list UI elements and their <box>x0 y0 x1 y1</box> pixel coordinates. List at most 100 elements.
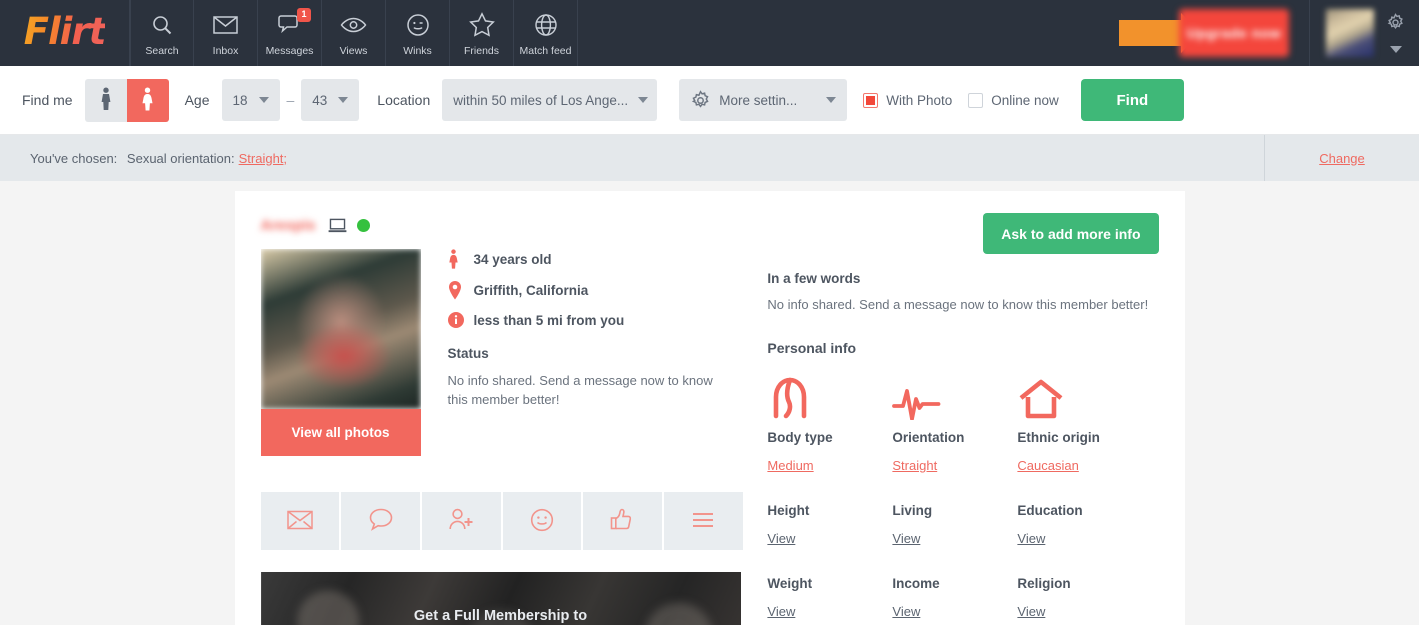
star-icon <box>468 10 495 40</box>
grid-value[interactable]: View <box>767 531 795 546</box>
online-now-label: Online now <box>991 92 1059 108</box>
gear-icon <box>690 89 711 111</box>
location-value: within 50 miles of Los Ange... <box>453 92 629 108</box>
membership-promo-banner[interactable]: Get a Full Membership to <box>260 572 741 625</box>
personal-info-heading: Personal info <box>767 340 857 356</box>
nav-label: Views <box>339 44 368 57</box>
online-now-checkbox[interactable]: Online now <box>968 92 1059 108</box>
status-text: No info shared. Send a message now to kn… <box>447 373 713 407</box>
online-dot-icon <box>356 218 370 232</box>
nav-items: Search Inbox 1 Messages Views Winks Frie… <box>130 0 578 66</box>
profile-details-column: 34 years old Griffith, California less t… <box>421 249 721 456</box>
nav-label: Winks <box>403 44 432 57</box>
more-actions-button[interactable] <box>663 492 743 550</box>
upgrade-now-button[interactable]: Upgrade now <box>1179 9 1289 57</box>
grid-value[interactable]: View <box>1017 604 1045 619</box>
grid-cell-height: Height View <box>767 493 892 548</box>
age-from-select[interactable]: 18 <box>221 79 280 121</box>
grid-label: Orientation <box>892 430 965 445</box>
profile-card: Arespis View all photos 34 years old Gri… <box>234 191 1185 625</box>
grid-value[interactable]: Straight <box>892 458 937 473</box>
nav-item-search[interactable]: Search <box>130 0 194 66</box>
grid-value[interactable]: View <box>892 531 920 546</box>
grid-label: Ethnic origin <box>1017 430 1100 445</box>
grid-cell-ethnic-origin: Ethnic origin Caucasian <box>1017 372 1142 475</box>
laptop-icon <box>328 218 347 233</box>
gender-female-button[interactable] <box>126 78 169 122</box>
profile-summary: View all photos 34 years old Griffith, C… <box>260 249 750 456</box>
more-settings-select[interactable]: More settin... <box>679 79 848 121</box>
settings-menu[interactable] <box>1386 13 1405 53</box>
nav-item-match-feed[interactable]: Match feed <box>514 0 578 66</box>
grid-value[interactable]: Medium <box>767 458 813 473</box>
nav-item-messages[interactable]: 1 Messages <box>258 0 322 66</box>
envelope-icon <box>213 10 238 40</box>
with-photo-checkbox[interactable]: With Photo <box>863 92 953 108</box>
chevron-down-icon[interactable] <box>1389 46 1402 53</box>
nav-label: Search <box>145 44 179 57</box>
account-menu[interactable] <box>1310 9 1419 57</box>
location-select[interactable]: within 50 miles of Los Ange... <box>442 79 658 121</box>
female-icon <box>141 87 154 114</box>
grid-value[interactable]: View <box>1017 531 1045 546</box>
profile-distance: less than 5 mi from you <box>473 312 625 328</box>
grid-cell-orientation: Orientation Straight <box>892 372 1017 475</box>
personal-info-grid-row-1: Body type Medium Orientation Straight Et… <box>767 372 1158 475</box>
upgrade-promo[interactable]: Upgrade now <box>1119 9 1289 57</box>
profile-right-column: Ask to add more info In a few words No i… <box>749 213 1159 625</box>
change-link[interactable]: Change <box>1319 151 1365 166</box>
grid-cell-education: Education View <box>1017 493 1142 548</box>
location-label: Location <box>377 92 431 108</box>
gender-toggle-group <box>84 78 169 122</box>
gear-icon[interactable] <box>1386 13 1405 37</box>
grid-value[interactable]: View <box>892 604 920 619</box>
nav-right-group: Upgrade now <box>1119 0 1419 66</box>
promo-text: Get a Full Membership to <box>413 608 588 624</box>
house-icon <box>1017 372 1142 420</box>
chat-bubble-icon <box>369 508 393 534</box>
age-to-select[interactable]: 43 <box>301 79 360 121</box>
profile-photo-wrap[interactable]: View all photos <box>260 249 421 456</box>
checkbox-box[interactable] <box>968 92 984 108</box>
nav-item-views[interactable]: Views <box>322 0 386 66</box>
view-all-photos-button[interactable]: View all photos <box>260 409 421 456</box>
site-logo[interactable]: Flirt <box>0 0 130 66</box>
status-heading: Status <box>447 346 489 361</box>
send-mail-button[interactable] <box>260 492 342 550</box>
chosen-value-link[interactable]: Straight; <box>239 151 287 166</box>
map-pin-icon <box>448 281 474 300</box>
profile-photo[interactable] <box>260 249 421 409</box>
nav-item-winks[interactable]: Winks <box>386 0 450 66</box>
nav-item-inbox[interactable]: Inbox <box>194 0 258 66</box>
avatar[interactable] <box>1326 9 1374 57</box>
nav-label: Inbox <box>212 44 239 57</box>
ask-to-add-more-info-button[interactable]: Ask to add more info <box>983 213 1159 254</box>
with-photo-label: With Photo <box>886 92 953 108</box>
grid-label: Weight <box>767 576 813 591</box>
find-button[interactable]: Find <box>1080 79 1184 121</box>
chevron-down-icon <box>258 97 269 103</box>
gender-male-button[interactable] <box>84 78 127 122</box>
nav-item-friends[interactable]: Friends <box>450 0 514 66</box>
chosen-criterion: Sexual orientation: <box>126 150 235 166</box>
search-filter-bar: Find me Age 18 – 43 Location within 50 m… <box>0 66 1419 135</box>
like-button[interactable] <box>583 492 664 550</box>
hamburger-menu-icon <box>691 512 715 531</box>
grid-value[interactable]: Caucasian <box>1017 458 1078 473</box>
age-from-value: 18 <box>232 92 248 108</box>
send-wink-button[interactable] <box>502 492 584 550</box>
send-message-button[interactable] <box>341 492 422 550</box>
messages-badge: 1 <box>297 8 311 22</box>
grid-label: Living <box>892 503 933 518</box>
thumbs-up-icon <box>610 508 636 535</box>
page-body: Arespis View all photos 34 years old Gri… <box>0 181 1419 625</box>
age-range-dash: – <box>286 92 295 108</box>
profile-location: Griffith, California <box>473 283 589 298</box>
checkbox-box[interactable] <box>863 92 879 108</box>
top-navigation-bar: Flirt Search Inbox 1 Messages Views Wink… <box>0 0 1419 66</box>
info-icon <box>447 312 474 328</box>
grid-label: Body type <box>767 430 833 445</box>
grid-value[interactable]: View <box>767 604 795 619</box>
add-friend-button[interactable] <box>421 492 503 550</box>
male-icon <box>100 87 112 114</box>
